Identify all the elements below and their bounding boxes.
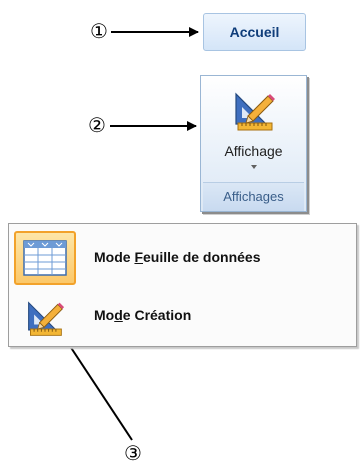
view-menu: Mode Feuille de données Mode Création bbox=[8, 223, 357, 347]
chevron-down-icon bbox=[250, 165, 257, 169]
arrow-to-design-icon bbox=[61, 333, 133, 441]
menu-item-design-view[interactable]: Mode Création bbox=[12, 286, 353, 344]
view-button-label: Affichage bbox=[224, 143, 283, 159]
menu-item-datasheet-view[interactable]: Mode Feuille de données bbox=[12, 228, 353, 286]
menu-item-datasheet-label: Mode Feuille de données bbox=[94, 249, 261, 265]
design-view-icon bbox=[235, 92, 275, 131]
design-view-icon bbox=[28, 301, 65, 336]
datasheet-grid-icon bbox=[23, 240, 67, 276]
tab-home[interactable]: Accueil bbox=[203, 13, 306, 51]
menu-item-icon-box bbox=[14, 289, 76, 343]
views-group-label: Affichages bbox=[203, 182, 304, 211]
tab-home-label: Accueil bbox=[229, 24, 280, 40]
menu-item-highlight bbox=[14, 231, 76, 285]
view-button[interactable]: Affichage Affichages bbox=[200, 75, 307, 212]
menu-item-design-label: Mode Création bbox=[94, 307, 192, 323]
